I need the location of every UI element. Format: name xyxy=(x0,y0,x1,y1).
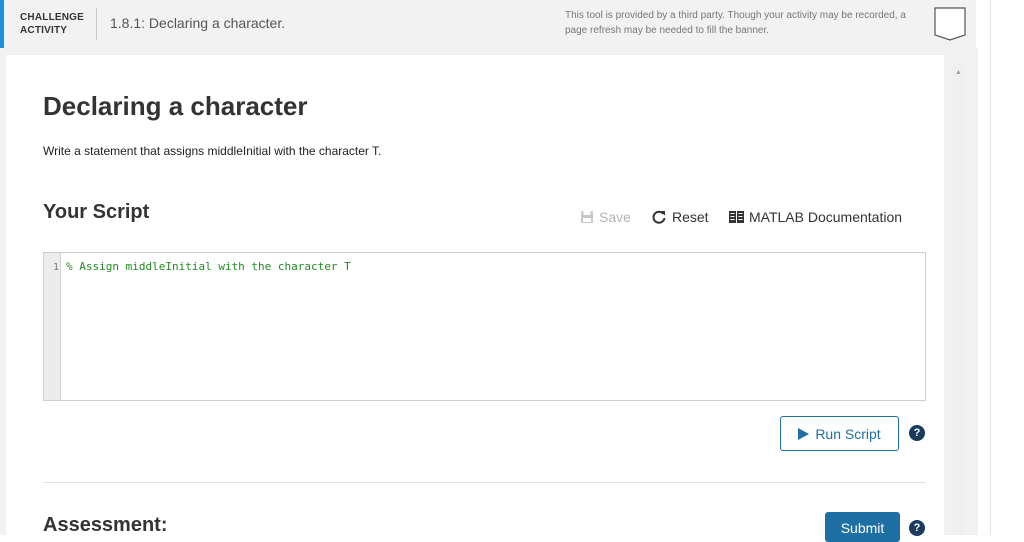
matlab-documentation-link[interactable]: MATLAB Documentation xyxy=(729,209,902,225)
help-icon[interactable]: ? xyxy=(909,425,925,441)
assessment-heading: Assessment: xyxy=(43,514,168,536)
section-divider xyxy=(43,482,926,483)
scrollbar[interactable] xyxy=(951,64,966,535)
reset-button[interactable]: Reset xyxy=(651,209,709,225)
script-heading: Your Script xyxy=(43,201,150,223)
docs-label: MATLAB Documentation xyxy=(749,209,903,225)
save-button[interactable]: Save xyxy=(580,209,631,225)
page-right-divider xyxy=(990,0,991,535)
reset-arrow-icon xyxy=(652,210,666,224)
scroll-up-arrow-icon[interactable]: ▲ xyxy=(951,64,966,81)
line-number: 1 xyxy=(52,262,59,273)
submit-label: Submit xyxy=(840,520,885,536)
line-number-gutter: 1 xyxy=(44,253,61,400)
floppy-disk-icon xyxy=(581,211,593,223)
bookmark-icon[interactable] xyxy=(934,7,966,41)
play-icon xyxy=(798,427,810,440)
third-party-notice: This tool is provided by a third party. … xyxy=(565,10,906,36)
challenge-banner: CHALLENGE ACTIVITY 1.8.1: Declaring a ch… xyxy=(0,0,976,48)
submit-button[interactable]: Submit xyxy=(825,512,900,542)
reset-label: Reset xyxy=(672,209,709,225)
code-line[interactable]: % Assign middleInitial with the characte… xyxy=(66,260,351,273)
banner-accent-bar xyxy=(0,0,4,48)
challenge-label-line1: CHALLENGE xyxy=(20,12,85,23)
book-icon xyxy=(729,211,744,223)
help-icon[interactable]: ? xyxy=(909,520,925,536)
save-label: Save xyxy=(599,209,631,225)
banner-divider xyxy=(96,8,97,40)
page-title: Declaring a character xyxy=(43,91,308,121)
run-script-label: Run Script xyxy=(815,425,881,442)
challenge-label-line2: ACTIVITY xyxy=(20,25,68,36)
run-script-button[interactable]: Run Script xyxy=(780,416,899,451)
script-editor[interactable]: 1 % Assign middleInitial with the charac… xyxy=(43,252,926,401)
challenge-activity-label: CHALLENGE ACTIVITY xyxy=(20,11,84,37)
instructions-text: Write a statement that assigns middleIni… xyxy=(43,144,382,158)
activity-title: 1.8.1: Declaring a character. xyxy=(110,15,286,31)
